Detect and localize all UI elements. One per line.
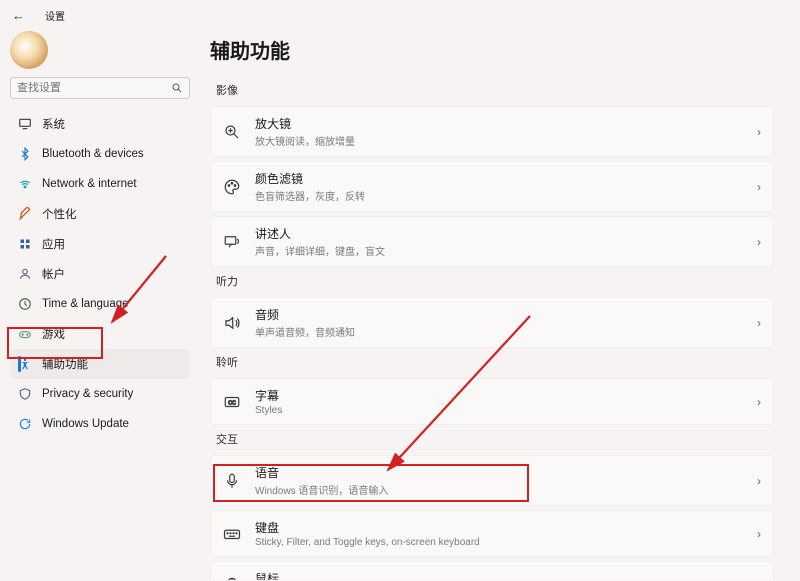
card-keyboard[interactable]: 键盘 Sticky, Filter, and Toggle keys, on-s… (210, 510, 774, 557)
page-title: 辅助功能 (210, 35, 774, 64)
search-icon (171, 82, 183, 94)
magnifier-icon (223, 123, 241, 141)
chevron-right-icon: › (757, 180, 761, 194)
sidebar-item-system[interactable]: 系统 (10, 109, 190, 139)
section-hearing-label: 听力 (216, 273, 774, 289)
card-title: 讲述人 (255, 225, 743, 242)
chevron-right-icon: › (757, 235, 761, 249)
sidebar: 系统 Bluetooth & devices Network & interne… (0, 25, 200, 580)
chevron-right-icon: › (757, 395, 761, 409)
avatar[interactable] (10, 31, 48, 69)
mouse-icon (223, 576, 241, 581)
chevron-right-icon: › (757, 316, 761, 330)
narrator-icon (223, 233, 241, 251)
chevron-right-icon: › (757, 527, 761, 541)
chevron-right-icon: › (757, 125, 761, 139)
bluetooth-icon (18, 147, 32, 161)
card-subtitle: 单声道音频，音频通知 (255, 324, 743, 339)
card-captions[interactable]: CC 字幕 Styles › (210, 378, 774, 425)
card-magnifier[interactable]: 放大镜 放大镜阅读，缩放增量 › (210, 106, 774, 157)
card-title: 键盘 (255, 519, 743, 536)
shield-icon (18, 387, 32, 401)
card-title: 鼠标 (255, 570, 743, 580)
card-mouse[interactable]: 鼠标 Mouse keys, speed, acceleration › (210, 561, 774, 580)
sidebar-item-bluetooth[interactable]: Bluetooth & devices (10, 139, 190, 169)
card-title: 放大镜 (255, 115, 743, 132)
apps-icon (18, 237, 32, 251)
sidebar-item-windows-update[interactable]: Windows Update (10, 409, 190, 439)
sidebar-item-label: Privacy & security (42, 388, 133, 400)
wifi-icon (18, 177, 32, 191)
sidebar-item-label: 系统 (42, 116, 65, 132)
card-subtitle: 声音，详细详细，键盘，盲文 (255, 243, 743, 258)
chevron-right-icon: › (757, 578, 761, 581)
audio-icon (223, 314, 241, 332)
card-title: 语音 (255, 464, 743, 481)
section-deaf-label: 聆听 (216, 354, 774, 370)
card-title: 颜色滤镜 (255, 170, 743, 187)
sidebar-item-personalization[interactable]: 个性化 (10, 199, 190, 229)
sidebar-item-label: 应用 (42, 236, 65, 252)
card-color-filters[interactable]: 颜色滤镜 色盲筛选器，灰度，反转 › (210, 161, 774, 212)
card-title: 音频 (255, 306, 743, 323)
sidebar-item-label: 个性化 (42, 206, 77, 222)
card-subtitle: 放大镜阅读，缩放增量 (255, 133, 743, 148)
palette-icon (223, 178, 241, 196)
main-content: 辅助功能 影像 放大镜 放大镜阅读，缩放增量 › 颜色滤镜 色盲筛选器，灰度，反… (200, 25, 800, 580)
sidebar-item-apps[interactable]: 应用 (10, 229, 190, 259)
card-speech[interactable]: 语音 Windows 语音识别，语音输入 › (210, 455, 774, 506)
sidebar-item-time-language[interactable]: Time & language (10, 289, 190, 319)
sidebar-item-accounts[interactable]: 帐户 (10, 259, 190, 289)
card-title: 字幕 (255, 387, 743, 404)
sidebar-item-network[interactable]: Network & internet (10, 169, 190, 199)
search-input[interactable] (17, 82, 171, 94)
window-title: 设置 (45, 8, 65, 23)
account-icon (18, 267, 32, 281)
clock-icon (18, 297, 32, 311)
sidebar-item-label: Windows Update (42, 418, 129, 430)
sidebar-item-label: 帐户 (42, 266, 65, 282)
card-audio[interactable]: 音频 单声道音频，音频通知 › (210, 297, 774, 348)
sidebar-item-label: 游戏 (42, 326, 65, 342)
sidebar-item-privacy[interactable]: Privacy & security (10, 379, 190, 409)
nav-list: 系统 Bluetooth & devices Network & interne… (10, 109, 190, 439)
mic-icon (223, 472, 241, 490)
section-interaction-label: 交互 (216, 431, 774, 447)
card-subtitle: Sticky, Filter, and Toggle keys, on-scre… (255, 537, 743, 548)
update-icon (18, 417, 32, 431)
sidebar-item-label: 辅助功能 (42, 356, 88, 372)
back-button[interactable]: ← (12, 8, 25, 23)
cc-icon: CC (223, 393, 241, 411)
sidebar-item-label: Time & language (42, 298, 129, 310)
svg-text:CC: CC (228, 400, 236, 406)
active-indicator (18, 356, 21, 372)
sidebar-item-label: Network & internet (42, 178, 137, 190)
section-vision-label: 影像 (216, 82, 774, 98)
sidebar-item-label: Bluetooth & devices (42, 148, 144, 160)
card-subtitle: Windows 语音识别，语音输入 (255, 482, 743, 497)
system-icon (18, 117, 32, 131)
card-subtitle: Styles (255, 405, 743, 416)
keyboard-icon (223, 525, 241, 543)
sidebar-item-accessibility[interactable]: 辅助功能 (10, 349, 190, 379)
sidebar-item-gaming[interactable]: 游戏 (10, 319, 190, 349)
card-subtitle: 色盲筛选器，灰度，反转 (255, 188, 743, 203)
brush-icon (18, 207, 32, 221)
card-narrator[interactable]: 讲述人 声音，详细详细，键盘，盲文 › (210, 216, 774, 267)
chevron-right-icon: › (757, 474, 761, 488)
search-box[interactable] (10, 77, 190, 99)
gaming-icon (18, 327, 32, 341)
